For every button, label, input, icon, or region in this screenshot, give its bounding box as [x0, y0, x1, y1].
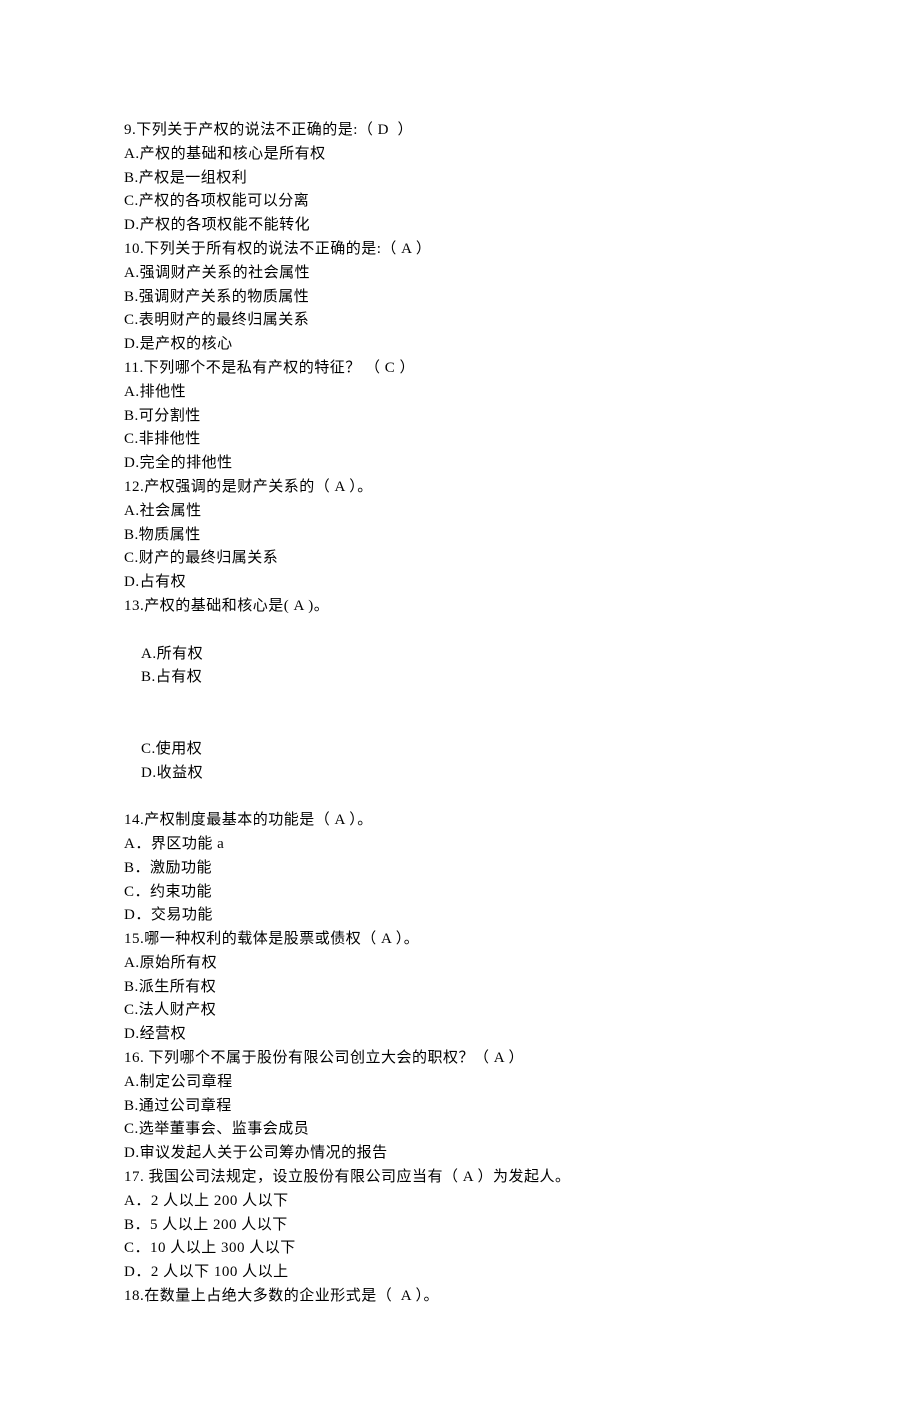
option-a: A.社会属性 [124, 500, 796, 524]
option-b: B.物质属性 [124, 524, 796, 548]
option-a: A.制定公司章程 [124, 1071, 796, 1095]
option-d: D.占有权 [124, 571, 796, 595]
option-d: D．交易功能 [124, 904, 796, 928]
option-b: B.可分割性 [124, 405, 796, 429]
option-d: D.是产权的核心 [124, 333, 796, 357]
option-b: B.派生所有权 [124, 976, 796, 1000]
question-stem: 9.下列关于产权的说法不正确的是:（ D ） [124, 119, 796, 143]
option-b: B.强调财产关系的物质属性 [124, 286, 796, 310]
question-stem: 15.哪一种权利的载体是股票或债权（ A ）。 [124, 928, 796, 952]
option-c: C.产权的各项权能可以分离 [124, 190, 796, 214]
option-d: D.完全的排他性 [124, 452, 796, 476]
question-stem: 10.下列关于所有权的说法不正确的是:（ A ） [124, 238, 796, 262]
question-stem: 14.产权制度最基本的功能是（ A ）。 [124, 809, 796, 833]
option-row: C.使用权 D.收益权 [124, 714, 796, 809]
option-a: A.排他性 [124, 381, 796, 405]
option-b: B.通过公司章程 [124, 1095, 796, 1119]
option-c: C．约束功能 [124, 881, 796, 905]
option-a: A.原始所有权 [124, 952, 796, 976]
option-c: C.表明财产的最终归属关系 [124, 309, 796, 333]
option-a: A．2 人以上 200 人以下 [124, 1190, 796, 1214]
question-stem: 18.在数量上占绝大多数的企业形式是（ A ）。 [124, 1285, 796, 1309]
question-stem: 12.产权强调的是财产关系的（ A ）。 [124, 476, 796, 500]
option-d: D.审议发起人关于公司筹办情况的报告 [124, 1142, 796, 1166]
option-c: C.法人财产权 [124, 999, 796, 1023]
question-stem: 13.产权的基础和核心是( A )。 [124, 595, 796, 619]
option-d: D.收益权 [141, 762, 203, 786]
option-d: D.产权的各项权能不能转化 [124, 214, 796, 238]
option-a: A.产权的基础和核心是所有权 [124, 143, 796, 167]
option-c: C.非排他性 [124, 428, 796, 452]
option-b: B．5 人以上 200 人以下 [124, 1214, 796, 1238]
option-b: B.占有权 [141, 666, 202, 690]
option-b: B.产权是一组权利 [124, 167, 796, 191]
option-a: A．界区功能 a [124, 833, 796, 857]
option-d: D.经营权 [124, 1023, 796, 1047]
option-c: C．10 人以上 300 人以下 [124, 1237, 796, 1261]
question-stem: 17. 我国公司法规定，设立股份有限公司应当有（ A ）为发起人。 [124, 1166, 796, 1190]
option-d: D．2 人以下 100 人以上 [124, 1261, 796, 1285]
option-c: C.使用权 [141, 738, 299, 762]
option-c: C.选举董事会、监事会成员 [124, 1118, 796, 1142]
option-row: A.所有权 B.占有权 [124, 619, 796, 714]
question-stem: 11.下列哪个不是私有产权的特征？ （ C ） [124, 357, 796, 381]
question-stem: 16. 下列哪个不属于股份有限公司创立大会的职权？（ A ） [124, 1047, 796, 1071]
option-c: C.财产的最终归属关系 [124, 547, 796, 571]
option-b: B．激励功能 [124, 857, 796, 881]
option-a: A.所有权 [141, 643, 299, 667]
option-a: A.强调财产关系的社会属性 [124, 262, 796, 286]
document-page: 9.下列关于产权的说法不正确的是:（ D ） A.产权的基础和核心是所有权 B.… [0, 0, 920, 1428]
